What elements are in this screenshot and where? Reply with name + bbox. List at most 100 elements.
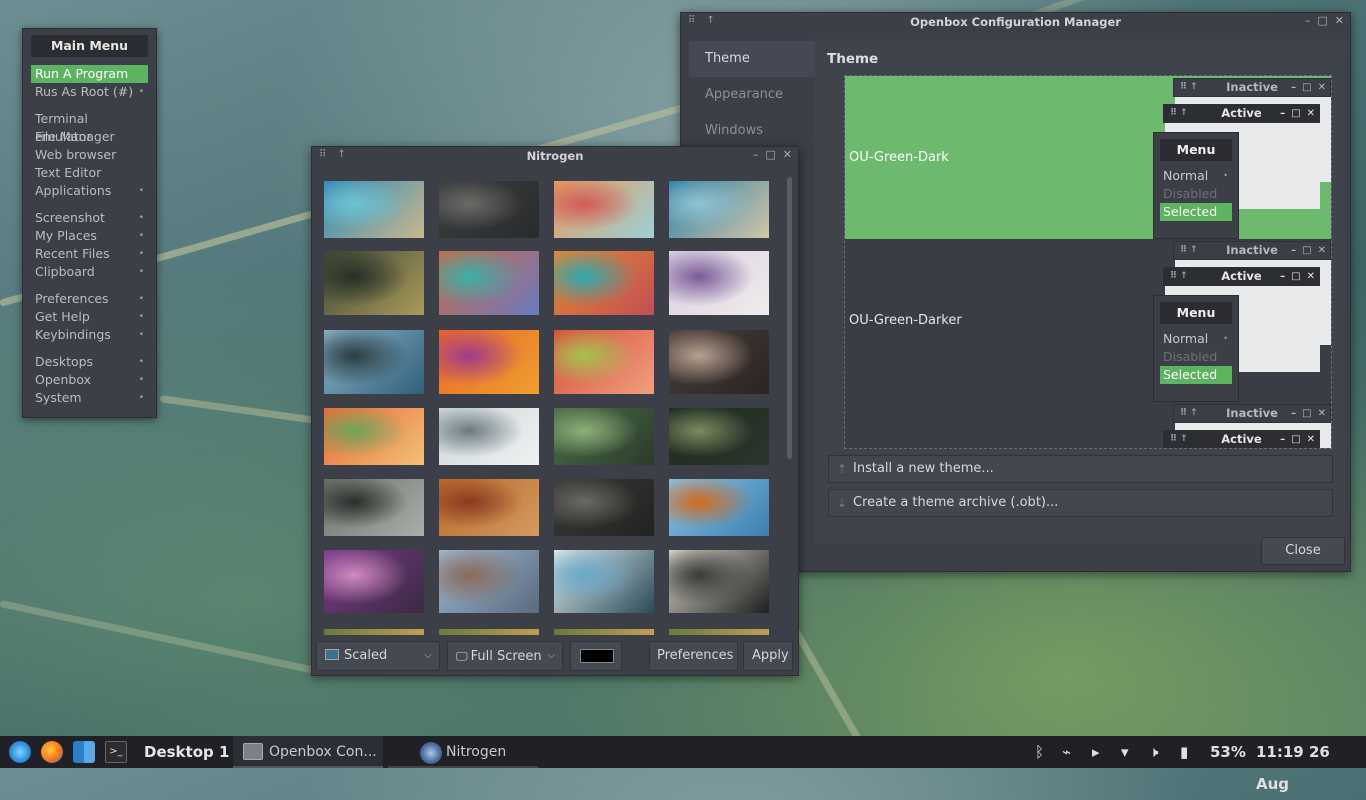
thumb-dark-rock[interactable] [554, 479, 654, 536]
clip-icon[interactable]: ⌁ [1062, 736, 1071, 768]
thumb-tower-sky[interactable] [554, 550, 654, 613]
theme-heading: Theme [827, 51, 879, 67]
menu-item[interactable]: Desktops • [31, 353, 148, 371]
install-theme-button[interactable]: ⇡ Install a new theme... [828, 455, 1333, 483]
menu-item[interactable]: Text Editor [31, 164, 148, 182]
submenu-arrow-icon: • [138, 393, 144, 403]
menu-item[interactable]: Terminal emulator [31, 110, 148, 144]
firefox-icon[interactable] [41, 741, 63, 763]
thumb-blur-orange-teal[interactable] [554, 251, 654, 315]
menu-item[interactable]: My Places • [31, 227, 148, 245]
create-archive-button[interactable]: ⇣ Create a theme archive (.obt)... [828, 489, 1333, 517]
start-menu-icon[interactable] [9, 741, 31, 763]
thumb-dark-leaf[interactable] [669, 408, 769, 465]
close-icon[interactable]: ✕ [1335, 14, 1344, 27]
color-button[interactable] [570, 641, 622, 671]
tab-appearance[interactable]: Appearance [689, 77, 815, 113]
scrollbar-thumb[interactable] [787, 177, 792, 459]
close-icon[interactable]: ✕ [783, 148, 792, 161]
monitor-value: Full Screen [470, 649, 542, 664]
wifi-icon[interactable]: ▾ [1121, 736, 1129, 768]
menu-item[interactable]: System • [31, 389, 148, 407]
thumb-autumn-leaf[interactable] [554, 181, 654, 238]
nitrogen-titlebar[interactable]: ⠿ ↑ Nitrogen – □ ✕ [312, 147, 798, 165]
maximize-icon[interactable]: □ [765, 148, 775, 161]
clock[interactable]: 11:19 26 Aug [1256, 736, 1366, 800]
thumb-twig-buds[interactable] [324, 251, 424, 315]
thumb-sea-cliffs-aerial[interactable] [324, 181, 424, 238]
thumb-autumn-leaves[interactable] [439, 479, 539, 536]
image-icon [325, 649, 339, 660]
battery-icon[interactable]: ▮ [1180, 736, 1188, 768]
thumb-partial[interactable] [669, 629, 769, 635]
obconf-titlebar[interactable]: ⠿ ↑ Openbox Configuration Manager – □ ✕ [681, 13, 1350, 31]
theme-row[interactable]: OU-Green-Dark ⠿↑ Inactive – □ ✕ ⠿↑ Active – □ ✕ … [845, 76, 1331, 239]
submenu-arrow-icon: • [138, 375, 144, 385]
terminal-tray-icon[interactable]: ▸ [1092, 736, 1100, 768]
thumb-blur-rainbow[interactable] [439, 251, 539, 315]
preview-active-titlebar: ⠿↑ Active – □ ✕ [1163, 430, 1320, 448]
scale-mode-select[interactable]: Scaled ⌵ [316, 641, 440, 671]
menu-item[interactable]: File Manager [31, 128, 148, 146]
menu-item[interactable]: Preferences • [31, 290, 148, 308]
thumb-misty-mountain[interactable] [669, 251, 769, 315]
minimize-icon[interactable]: – [1305, 14, 1311, 27]
maximize-icon[interactable]: □ [1317, 14, 1327, 27]
preview-inactive-titlebar: ⠿↑ Inactive – □ ✕ [1173, 78, 1331, 97]
monitor-select[interactable]: 🖵 Full Screen ⌵ [447, 641, 563, 671]
submenu-arrow-icon: • [138, 312, 144, 322]
preview-menu: Menu Normal • Disabled Selected [1153, 132, 1239, 239]
thumb-partial[interactable] [439, 629, 539, 635]
desktop-switcher[interactable]: Desktop 1 [144, 736, 229, 768]
thumb-sunset-road[interactable] [669, 550, 769, 613]
thumb-white-blossoms[interactable] [439, 408, 539, 465]
tab-theme[interactable]: Theme [689, 41, 815, 77]
thumb-coastline[interactable] [669, 181, 769, 238]
menu-item[interactable]: Screenshot • [31, 209, 148, 227]
thumb-purple-flowers[interactable] [324, 550, 424, 613]
task-label: Nitrogen [446, 744, 507, 760]
minimize-icon[interactable]: – [753, 148, 759, 161]
thumb-green-plant[interactable] [554, 408, 654, 465]
tab-windows[interactable]: Windows [689, 113, 815, 149]
menu-item[interactable]: Openbox • [31, 371, 148, 389]
preferences-button[interactable]: Preferences [649, 641, 738, 671]
apply-button[interactable]: Apply [743, 641, 793, 671]
task-openbox-config[interactable]: Openbox Con... [233, 736, 383, 768]
theme-row[interactable]: ⠿↑ Inactive – □ ✕ ⠿↑ Active – □ ✕ [845, 402, 1331, 448]
submenu-arrow-icon: • [138, 267, 144, 277]
theme-row[interactable]: OU-Green-Darker ⠿↑ Inactive – □ ✕ ⠿↑ Active – □… [845, 239, 1331, 402]
menu-item[interactable]: Clipboard • [31, 263, 148, 281]
thumb-bw-branches[interactable] [324, 479, 424, 536]
menu-item-label: My Places [35, 228, 97, 243]
file-manager-icon[interactable] [73, 741, 95, 763]
thumb-leaf-sky[interactable] [669, 479, 769, 536]
thumb-sea-rocks[interactable] [324, 330, 424, 394]
thumb-partial[interactable] [554, 629, 654, 635]
create-archive-label: Create a theme archive (.obt)... [853, 495, 1059, 510]
task-nitrogen[interactable]: Nitrogen [388, 736, 538, 768]
thumb-mountain-range[interactable] [439, 550, 539, 613]
close-button[interactable]: Close [1261, 537, 1345, 565]
terminal-icon[interactable]: >_ [105, 741, 127, 763]
volume-icon[interactable]: 🕨 [1149, 736, 1158, 768]
menu-item[interactable]: Run A Program [31, 65, 148, 83]
thumb-dry-flower[interactable] [669, 330, 769, 394]
menu-item[interactable]: Rus As Root (#) • [31, 83, 148, 101]
menu-item[interactable]: Applications • [31, 182, 148, 200]
color-swatch [580, 649, 614, 663]
bluetooth-icon[interactable]: ᛒ [1035, 736, 1044, 768]
menu-item[interactable]: Recent Files • [31, 245, 148, 263]
thumb-partial[interactable] [324, 629, 424, 635]
menu-item-label: File Manager [35, 129, 115, 144]
menu-item[interactable]: Get Help • [31, 308, 148, 326]
task-label: Openbox Con... [269, 744, 377, 760]
thumb-abstract-orange[interactable] [439, 330, 539, 394]
theme-list: OU-Green-Dark ⠿↑ Inactive – □ ✕ ⠿↑ Active – □ ✕ … [844, 75, 1332, 449]
thumb-tulips[interactable] [554, 330, 654, 394]
menu-item[interactable]: Keybindings • [31, 326, 148, 344]
submenu-arrow-icon: • [138, 294, 144, 304]
menu-item[interactable]: Web browser [31, 146, 148, 164]
thumb-orange-flowers[interactable] [324, 408, 424, 465]
thumb-canyon-path[interactable] [439, 181, 539, 238]
